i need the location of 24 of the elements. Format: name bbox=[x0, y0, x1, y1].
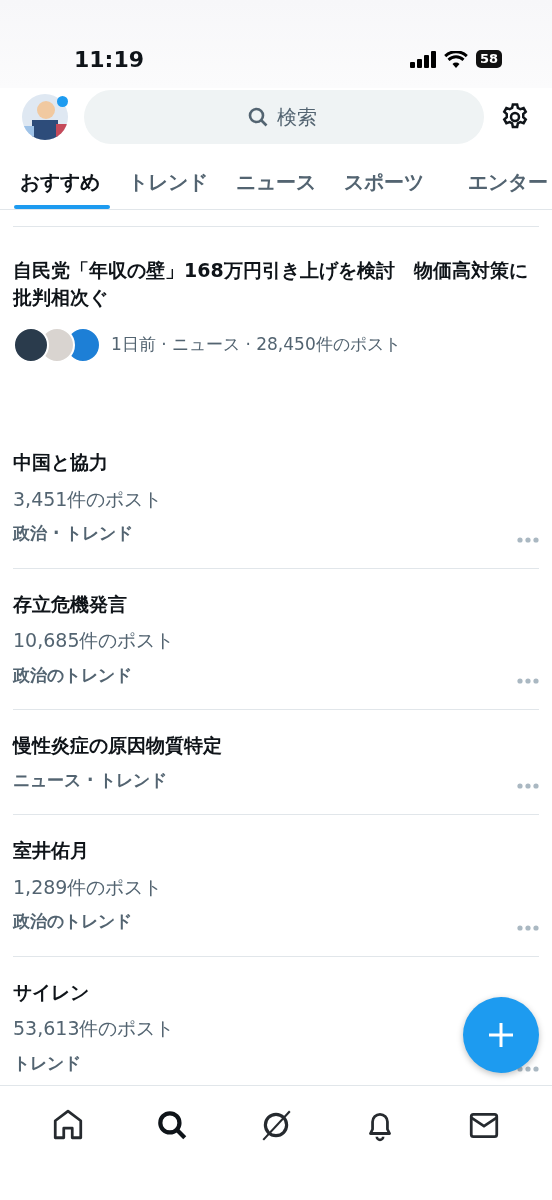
trend-title[interactable]: 室井佑月 bbox=[13, 836, 163, 865]
post-count: 1,289件のポスト bbox=[13, 874, 163, 900]
clock: 11:19 bbox=[74, 45, 145, 74]
post-count: 10,685件のポスト bbox=[13, 628, 175, 653]
search-field[interactable]: 検索 bbox=[84, 90, 484, 144]
tab[interactable]: おすすめ bbox=[0, 167, 114, 209]
trend-category: 政治のトレンド bbox=[13, 663, 133, 687]
news-meta: 1日前 · ニュース · 28,450件のポスト bbox=[111, 333, 401, 357]
battery-level: 58 bbox=[475, 50, 502, 68]
tab[interactable]: スポーツ bbox=[330, 167, 438, 209]
tab[interactable]: エンター bbox=[438, 167, 552, 209]
trend-category: トレンド bbox=[13, 1051, 82, 1075]
trend-category: 政治 · トレンド bbox=[13, 522, 135, 545]
trend-title[interactable]: 中国と協力 bbox=[13, 448, 163, 477]
trend-category: ニュース · トレンド bbox=[13, 768, 169, 792]
tab[interactable]: ニュース bbox=[222, 167, 330, 209]
news-headline[interactable]: 自民党「年収の壁」168万円引き上げを検討 物価高対策に批判相次ぐ bbox=[13, 257, 539, 311]
post-count: 53,613件のポスト bbox=[13, 1016, 175, 1041]
trend-title[interactable]: 慢性炎症の原因物質特定 bbox=[13, 731, 222, 760]
trend-title[interactable]: 存立危機発言 bbox=[13, 589, 175, 618]
trend-title[interactable]: サイレン bbox=[13, 977, 175, 1006]
post-count: 3,451件のポスト bbox=[13, 486, 163, 512]
tab[interactable]: トレンド bbox=[114, 167, 222, 209]
trend-category: 政治のトレンド bbox=[13, 910, 133, 933]
